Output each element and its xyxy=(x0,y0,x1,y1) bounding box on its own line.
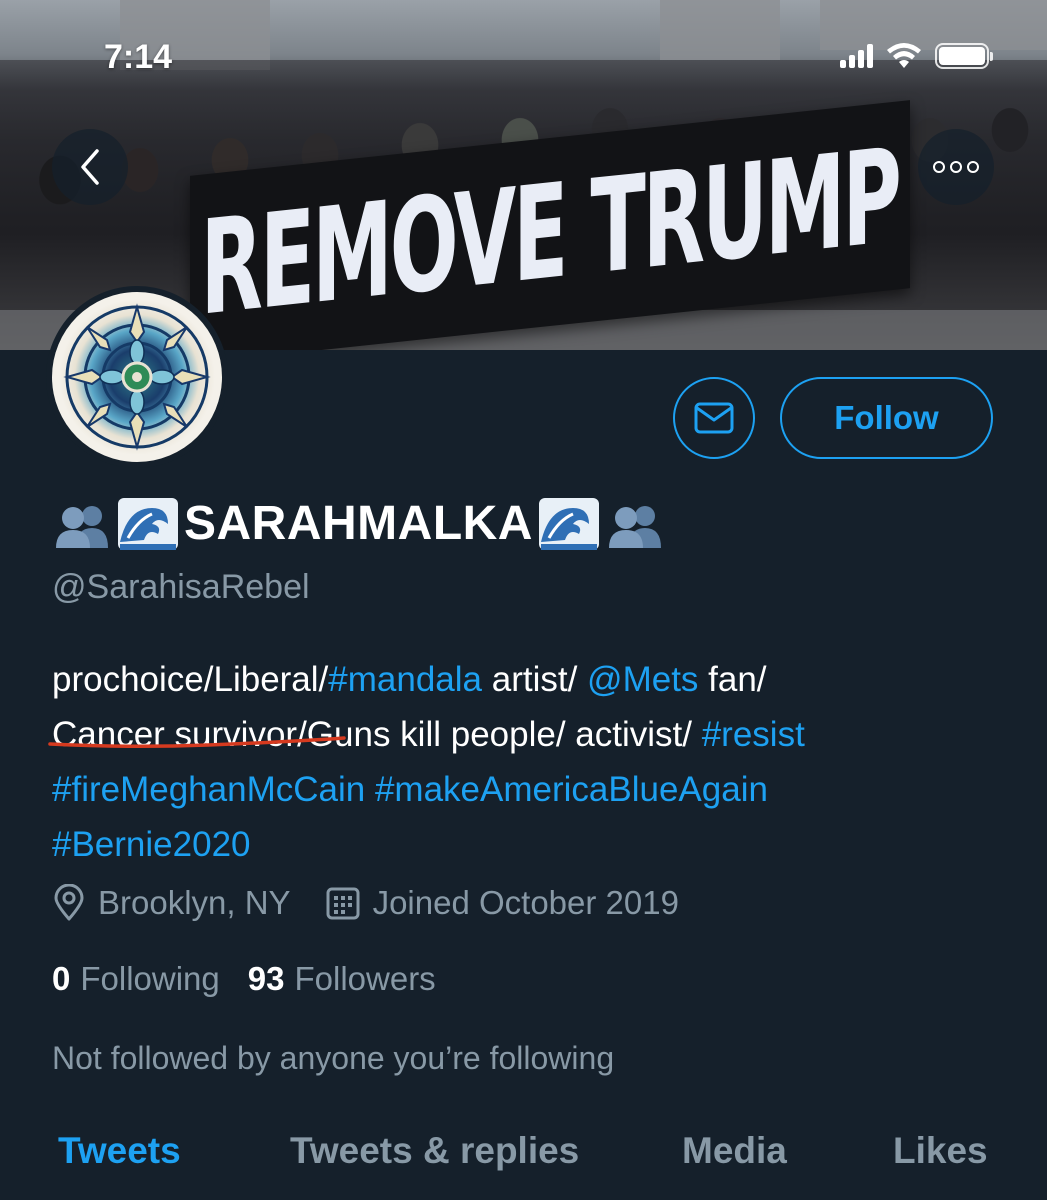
bio-text: prochoice/Liberal/ xyxy=(52,660,329,699)
bio: prochoice/Liberal/#mandala artist/ @Mets… xyxy=(52,652,1012,872)
join-date: Joined October 2019 xyxy=(325,884,679,922)
hashtag-link[interactable]: #mandala xyxy=(328,660,482,699)
hashtag-link[interactable]: #makeAmericaBlueAgain xyxy=(375,770,768,809)
bio-line: prochoice/Liberal/#mandala artist/ @Mets… xyxy=(52,652,1012,707)
mail-icon xyxy=(694,402,734,434)
mention-link[interactable]: @Mets xyxy=(587,660,698,699)
back-button[interactable] xyxy=(52,129,128,205)
avatar[interactable] xyxy=(46,286,228,468)
bio-line: #fireMeghanMcCain #makeAmericaBlueAgain xyxy=(52,762,1012,817)
display-name: SARAHMALKA xyxy=(52,496,665,551)
tab-media[interactable]: Media xyxy=(682,1130,787,1172)
hashtag-link[interactable]: #resist xyxy=(702,715,805,754)
followers-link[interactable]: 93 Followers xyxy=(248,960,436,998)
bio-text: fan/ xyxy=(698,660,767,699)
more-options-button[interactable] xyxy=(918,129,994,205)
user-handle: @SarahisaRebel xyxy=(52,568,310,606)
profile-meta: Brooklyn, NY Joined October 2019 xyxy=(52,884,713,922)
following-count: 0 xyxy=(52,960,71,997)
back-arrow-icon xyxy=(81,149,99,185)
followers-label: Followers xyxy=(294,960,436,997)
bio-line: Cancer survivor/Guns kill people/ activi… xyxy=(52,707,1012,762)
status-time: 7:14 xyxy=(104,38,173,76)
followers-count: 93 xyxy=(247,960,285,997)
water-wave-emoji xyxy=(118,497,178,550)
join-date-text: Joined October 2019 xyxy=(372,884,679,921)
busts-in-silhouette-emoji xyxy=(52,498,112,550)
banner-building xyxy=(660,0,780,60)
tab-tweets[interactable]: Tweets xyxy=(58,1130,181,1172)
hashtag-link[interactable]: #Bernie2020 xyxy=(52,825,251,864)
tab-likes[interactable]: Likes xyxy=(893,1130,988,1172)
status-icons xyxy=(840,42,993,70)
bio-text: artist/ xyxy=(482,660,588,699)
location-pin-icon xyxy=(54,884,84,921)
following-link[interactable]: 0 Following xyxy=(52,960,220,998)
location: Brooklyn, NY xyxy=(52,884,291,922)
follow-counts: 0 Following 93 Followers xyxy=(52,960,464,998)
hashtag-link[interactable]: #fireMeghanMcCain xyxy=(52,770,365,809)
annotation-underline xyxy=(48,736,346,749)
tab-tweets-and-replies[interactable]: Tweets & replies xyxy=(290,1130,579,1172)
cellular-signal-icon xyxy=(840,44,873,68)
profile-tabs: Tweets Tweets & replies Media Likes xyxy=(0,1130,1047,1190)
battery-icon xyxy=(935,43,993,69)
calendar-icon xyxy=(326,887,360,920)
display-name-text: SARAHMALKA xyxy=(184,497,533,550)
follow-button[interactable]: Follow xyxy=(780,377,993,459)
bio-text: /Guns kill people/ activist/ xyxy=(297,715,702,754)
location-text: Brooklyn, NY xyxy=(98,884,291,921)
wifi-icon xyxy=(887,43,921,68)
water-wave-emoji xyxy=(538,497,599,550)
mandala-image xyxy=(53,293,221,461)
bio-line: #Bernie2020 xyxy=(52,817,1012,872)
following-label: Following xyxy=(80,960,220,997)
busts-in-silhouette-emoji xyxy=(605,498,665,550)
message-button[interactable] xyxy=(673,377,755,459)
more-dots-icon xyxy=(933,161,979,173)
followers-you-know-text: Not followed by anyone you’re following xyxy=(52,1040,615,1076)
